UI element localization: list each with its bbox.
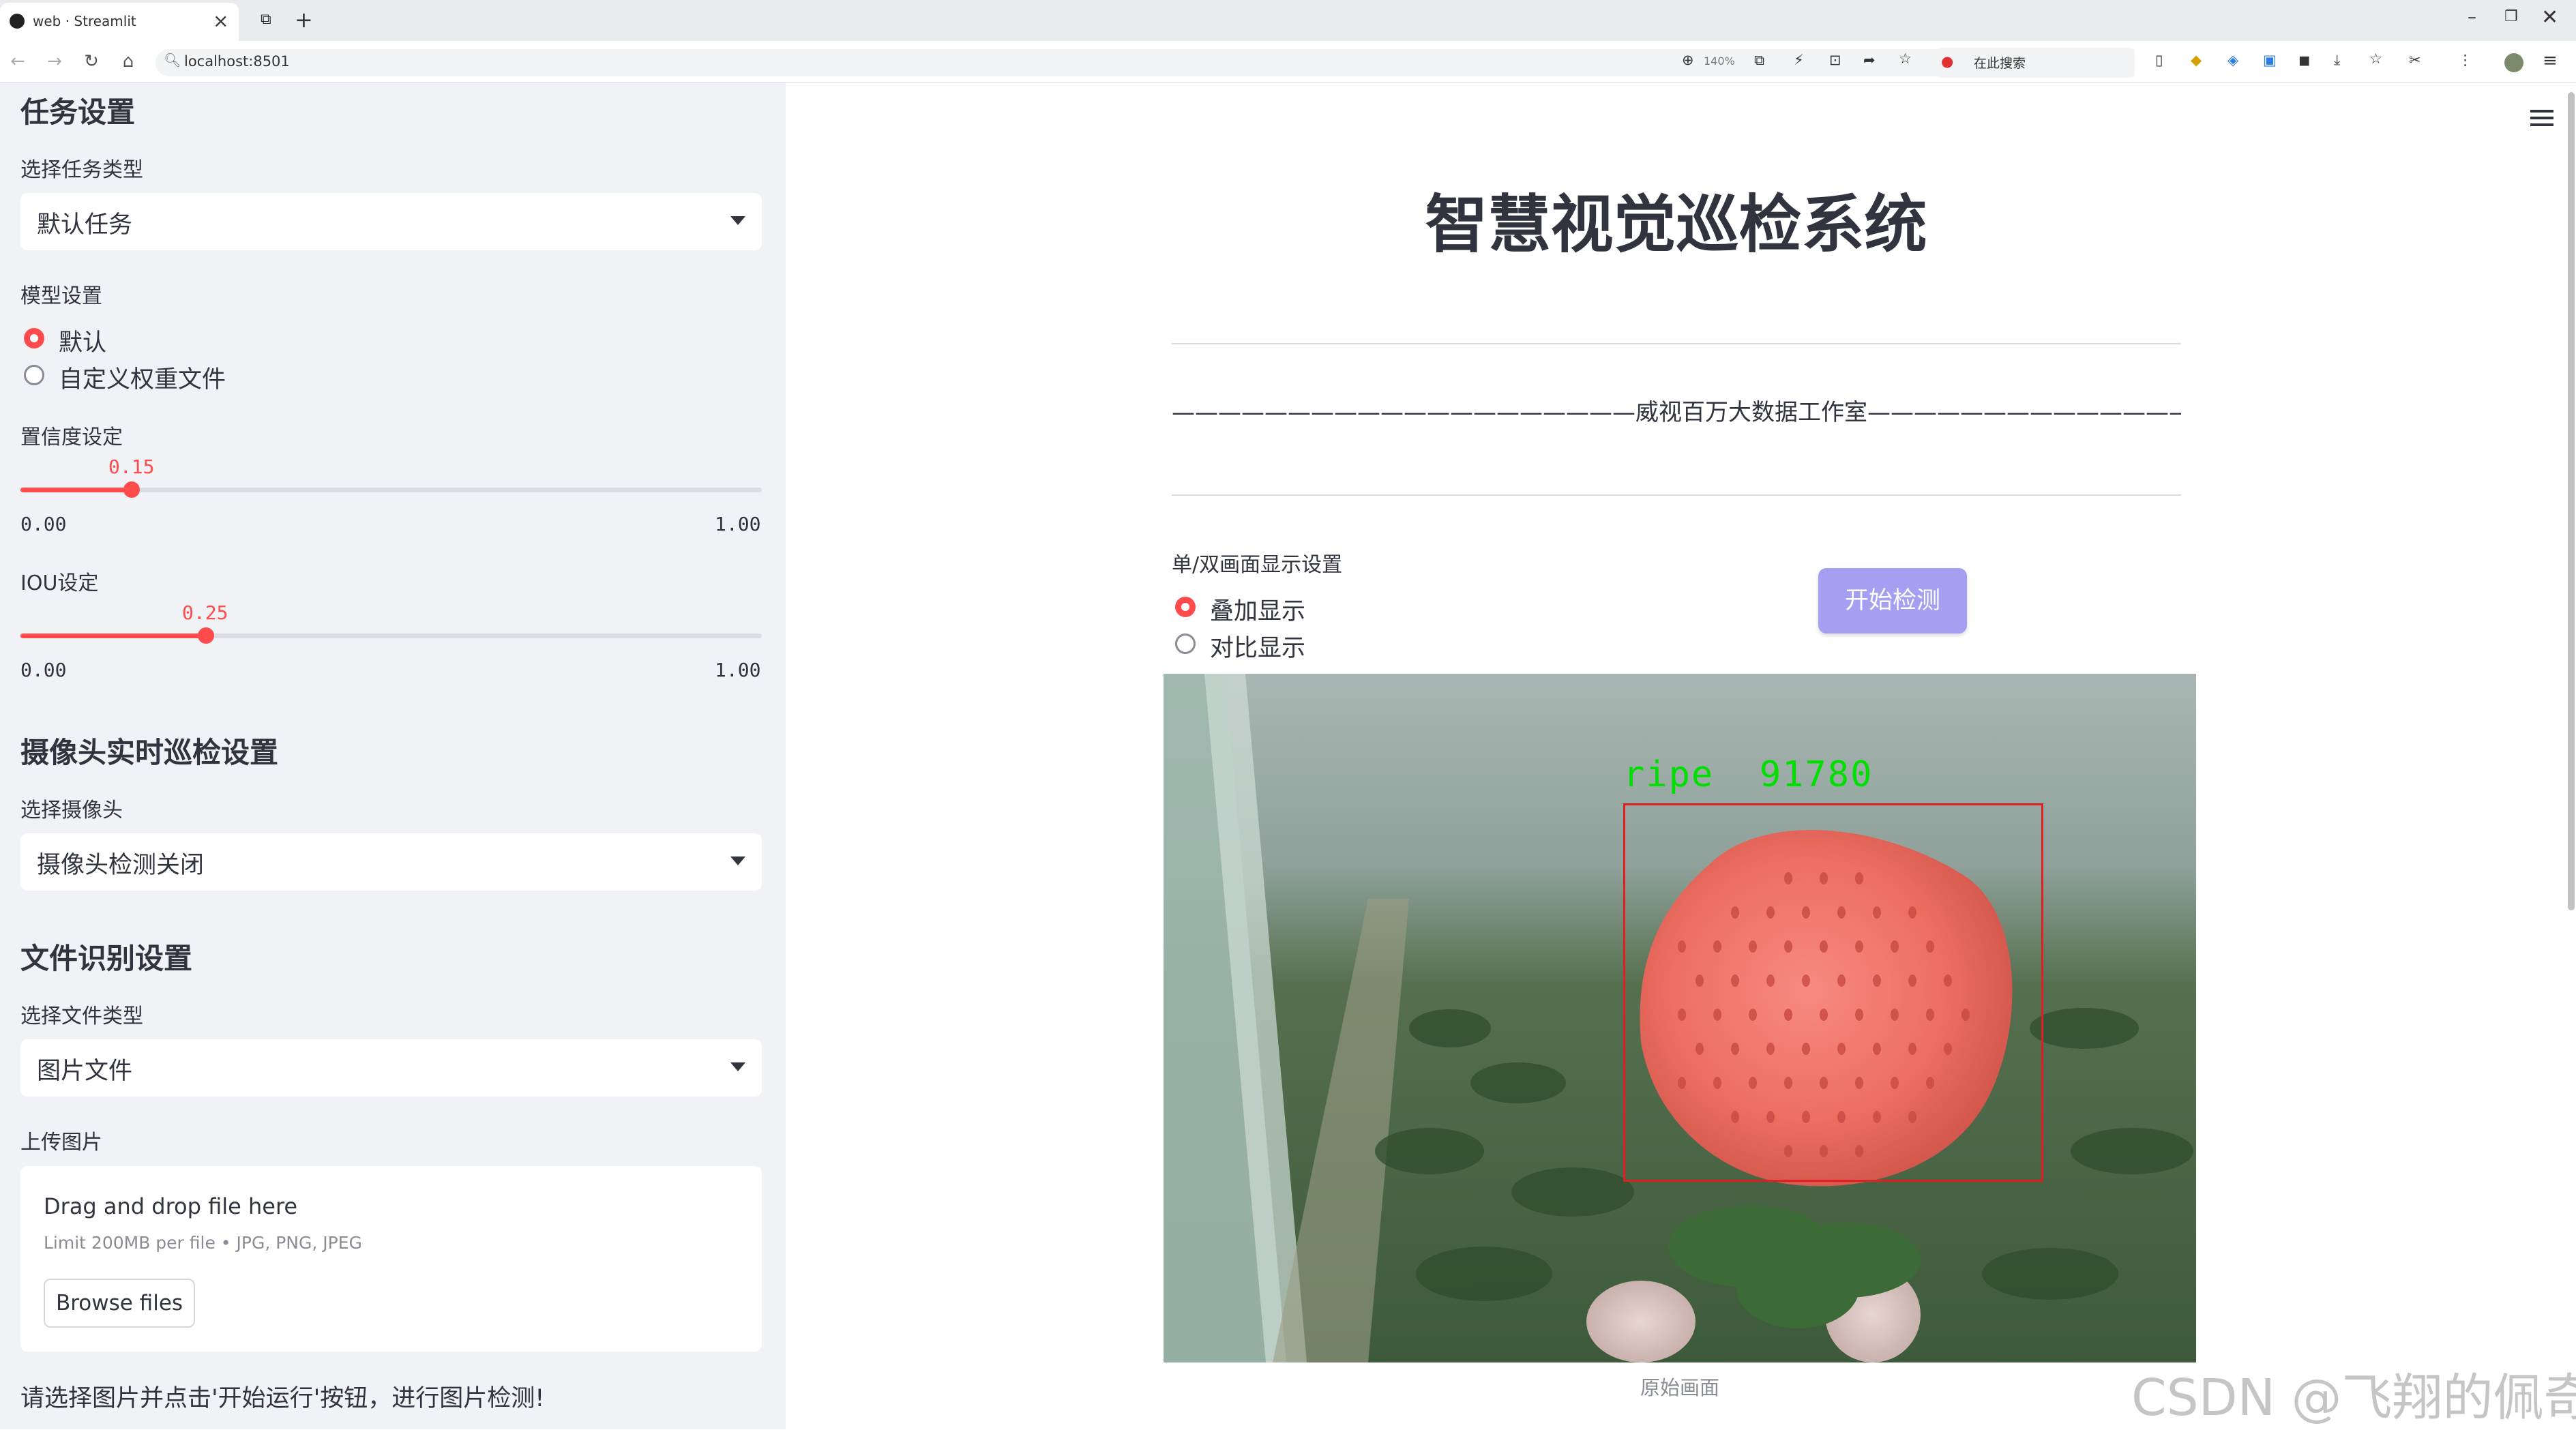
extension-icon-3[interactable]: ▣ [2263,52,2277,68]
iou-max: 1.00 [715,659,761,681]
divider-bottom [1172,494,2181,496]
iou-slider-track[interactable] [20,634,762,638]
file-type-label: 选择文件类型 [20,1004,143,1028]
new-tab-button[interactable]: + [295,7,313,33]
display-option-overlay-label[interactable]: 叠加显示 [1210,592,1305,627]
display-mode-label: 单/双画面显示设置 [1172,553,1343,577]
search-engine-icon: ● [1941,53,1954,70]
task-settings-heading: 任务设置 [20,95,136,129]
confidence-label: 置信度设定 [20,426,123,449]
iou-slider-fill [20,634,206,638]
task-type-select[interactable]: 默认任务 [20,193,762,250]
display-radio-compare[interactable] [1175,634,1196,654]
browser-tab[interactable]: web · Streamlit × [0,3,239,41]
screenshot-icon[interactable]: ⊡ [1829,52,1841,68]
upload-hint: 请选择图片并点击'开始运行'按钮，进行图片检测! [20,1385,545,1412]
maximize-icon[interactable]: ❐ [2504,8,2518,25]
hamburger-menu-icon[interactable] [2530,108,2553,128]
tab-title: web · Streamlit [33,13,136,29]
camera-settings-heading: 摄像头实时巡检设置 [20,736,279,769]
file-settings-heading: 文件识别设置 [20,942,193,975]
chevron-down-icon [730,1062,745,1071]
iou-label: IOU设定 [20,571,99,595]
confidence-value: 0.15 [108,456,155,478]
extension-icon-4[interactable]: ◼ [2298,52,2310,68]
lightning-icon[interactable]: ⚡︎ [1794,52,1804,68]
url-text[interactable]: localhost:8501 [184,53,290,70]
confidence-max: 1.00 [715,513,761,535]
download-icon[interactable]: ⤓ [2334,52,2340,69]
profile-avatar[interactable] [2504,53,2523,72]
upload-limit-text: Limit 200MB per file • JPG, PNG, JPEG [44,1233,362,1253]
browse-files-button[interactable]: Browse files [44,1279,195,1328]
minimize-icon[interactable]: – [2468,7,2476,27]
task-type-label: 选择任务类型 [20,158,143,182]
extension-icon-1[interactable]: ◆ [2191,52,2202,68]
iou-value: 0.25 [182,601,228,624]
start-detection-button[interactable]: 开始检测 [1818,568,1967,634]
extension-icon-2[interactable]: ◈ [2227,52,2238,68]
detection-bounding-box [1623,803,2043,1182]
close-window-icon[interactable]: ✕ [2541,5,2558,29]
bookmark-star-icon[interactable]: ☆ [1899,50,1912,67]
zoom-icon[interactable]: ⊕ [1682,52,1694,68]
confidence-slider-thumb[interactable] [123,481,140,498]
csdn-watermark: CSDN @飞翔的佩奇 [2131,1369,2576,1427]
more-icon[interactable]: ⋮ [2458,52,2472,68]
phone-icon[interactable]: ▯ [2155,52,2163,68]
page-title: 智慧视觉巡检系统 [1425,188,1927,261]
chevron-down-icon [730,216,745,225]
model-option-custom-label[interactable]: 自定义权重文件 [59,360,226,395]
image-caption: 原始画面 [1640,1376,1719,1399]
share-icon[interactable]: ➦ [1863,52,1876,68]
reload-icon[interactable]: ↻ [78,48,105,75]
iou-slider-thumb[interactable] [197,627,214,644]
lock-icon: 🔍︎ [164,52,181,68]
model-option-default-label[interactable]: 默认 [59,323,106,358]
browser-tab-bar [0,0,2576,41]
detection-label: ripe 91780 [1623,754,1874,795]
divider-top [1172,343,2181,344]
file-type-select[interactable]: 图片文件 [20,1039,762,1097]
browser-menu-icon[interactable]: ≡ [2543,50,2558,71]
cut-icon[interactable]: ✂ [2409,52,2421,68]
model-settings-label: 模型设置 [20,284,102,308]
model-radio-default[interactable] [24,328,44,348]
model-radio-custom[interactable] [24,365,44,385]
translate-icon[interactable]: ⧉ [1754,52,1764,69]
detection-result-image: ripe 91780 [1164,674,2196,1362]
tab-search-icon[interactable]: ⧉ [261,11,271,28]
scrollbar[interactable] [2568,92,2575,910]
confidence-slider-fill [20,488,132,492]
search-field-text[interactable]: 在此搜索 [1974,53,2026,72]
camera-select-value: 摄像头检测关闭 [37,852,205,879]
chevron-down-icon [730,856,745,865]
upload-label: 上传图片 [20,1131,102,1155]
iou-min: 0.00 [20,659,67,681]
zoom-level[interactable]: 140% [1704,55,1735,68]
browser-search-field[interactable] [1937,48,2135,78]
task-type-value: 默认任务 [37,211,133,239]
forward-icon[interactable]: → [41,48,68,75]
file-type-value: 图片文件 [37,1058,133,1085]
display-option-compare-label[interactable]: 对比显示 [1210,629,1305,664]
tab-close-icon[interactable]: × [213,10,228,32]
display-radio-overlay[interactable] [1175,597,1196,617]
studio-banner: ————————————————————威视百万大数据工作室——————————… [1172,399,2181,426]
streamlit-favicon-icon [10,14,25,29]
camera-select[interactable]: 摄像头检测关闭 [20,833,762,891]
favorites-icon[interactable]: ☆ [2369,50,2382,67]
camera-select-label: 选择摄像头 [20,799,123,822]
drop-text: Drag and drop file here [44,1193,298,1219]
confidence-min: 0.00 [20,513,67,535]
back-icon[interactable]: ← [4,48,31,75]
home-icon[interactable]: ⌂ [115,48,142,75]
